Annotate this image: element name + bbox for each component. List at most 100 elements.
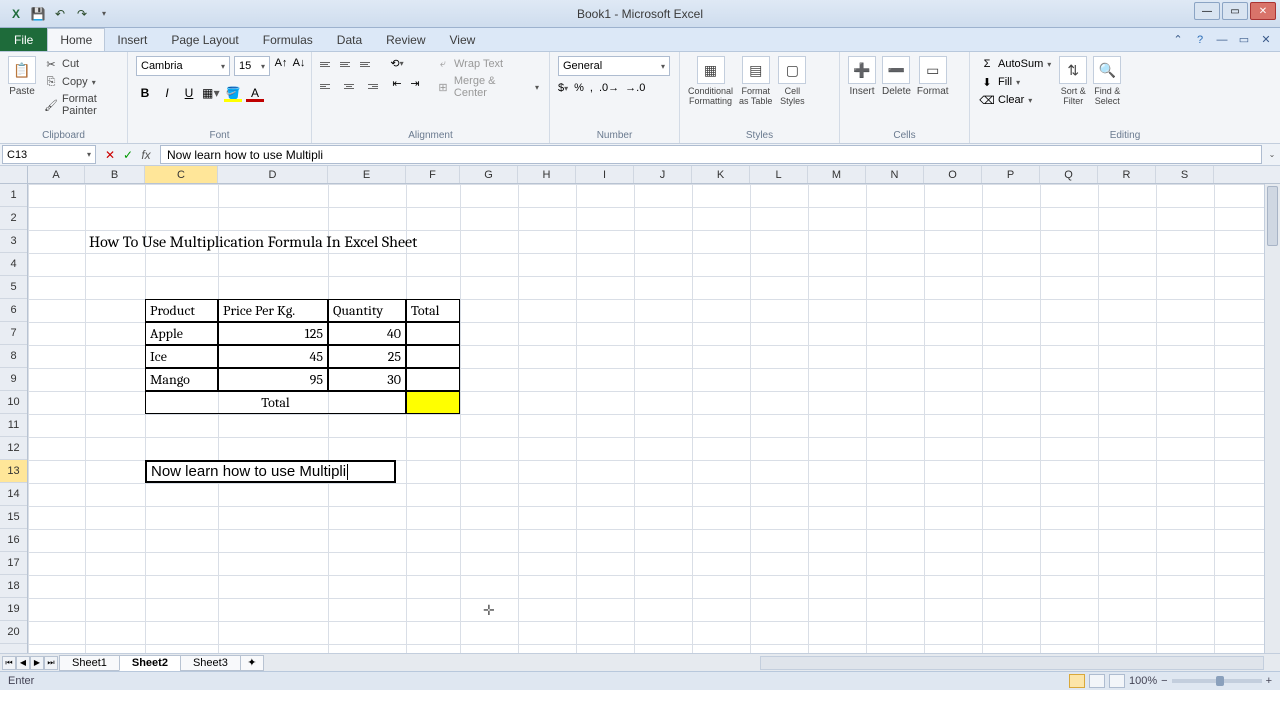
total-1[interactable] (406, 345, 460, 368)
increase-indent-icon[interactable]: ⇥ (408, 76, 422, 90)
fx-icon[interactable]: fx (138, 148, 154, 162)
zoom-in-button[interactable]: + (1266, 675, 1272, 687)
page-layout-view-button[interactable] (1089, 674, 1105, 688)
product-1[interactable]: Ice (145, 345, 218, 368)
row-header-6[interactable]: 6 (0, 299, 27, 322)
column-header-C[interactable]: C (145, 166, 218, 183)
doc-close-icon[interactable]: ✕ (1258, 33, 1274, 47)
help-icon[interactable]: ? (1192, 33, 1208, 47)
column-header-M[interactable]: M (808, 166, 866, 183)
expand-formula-bar-icon[interactable]: ⌄ (1264, 144, 1280, 165)
product-2[interactable]: Mango (145, 368, 218, 391)
column-header-S[interactable]: S (1156, 166, 1214, 183)
row-header-4[interactable]: 4 (0, 253, 27, 276)
qty-1[interactable]: 25 (328, 345, 406, 368)
close-button[interactable]: ✕ (1250, 2, 1276, 20)
column-header-N[interactable]: N (866, 166, 924, 183)
tab-data[interactable]: Data (325, 28, 374, 51)
cell-styles-button[interactable]: ▢Cell Styles (778, 56, 806, 106)
minimize-ribbon-icon[interactable]: ⌃ (1170, 33, 1186, 47)
format-painter-button[interactable]: 🖌Format Painter (42, 92, 119, 118)
fill-color-button[interactable]: 🪣 (224, 84, 242, 102)
select-all-corner[interactable] (0, 166, 27, 184)
zoom-out-button[interactable]: − (1161, 675, 1167, 687)
last-sheet-button[interactable]: ⏭ (44, 656, 58, 670)
row-header-19[interactable]: 19 (0, 598, 27, 621)
undo-icon[interactable]: ↶ (50, 4, 70, 24)
number-format-select[interactable]: General▾ (558, 56, 670, 76)
font-name-select[interactable]: Cambria▾ (136, 56, 230, 76)
maximize-button[interactable]: ▭ (1222, 2, 1248, 20)
paste-button[interactable]: 📋 Paste (8, 56, 36, 97)
normal-view-button[interactable] (1069, 674, 1085, 688)
row-header-10[interactable]: 10 (0, 391, 27, 414)
zoom-thumb[interactable] (1216, 676, 1224, 686)
clear-button[interactable]: ⌫Clear▾ (978, 92, 1053, 108)
wrap-text-button[interactable]: ⤶Wrap Text (434, 56, 541, 72)
sheet-tab-sheet2[interactable]: Sheet2 (119, 655, 181, 671)
row-header-13[interactable]: 13 (0, 460, 27, 483)
enter-formula-icon[interactable]: ✓ (120, 148, 136, 162)
row-header-18[interactable]: 18 (0, 575, 27, 598)
column-header-K[interactable]: K (692, 166, 750, 183)
underline-button[interactable]: U (180, 84, 198, 102)
column-header-A[interactable]: A (28, 166, 85, 183)
total-label-cell[interactable]: Total (145, 391, 406, 414)
delete-cells-button[interactable]: ➖Delete (882, 56, 911, 97)
row-header-1[interactable]: 1 (0, 184, 27, 207)
column-header-E[interactable]: E (328, 166, 406, 183)
page-break-view-button[interactable] (1109, 674, 1125, 688)
row-header-9[interactable]: 9 (0, 368, 27, 391)
minimize-button[interactable]: — (1194, 2, 1220, 20)
row-header-7[interactable]: 7 (0, 322, 27, 345)
row-header-5[interactable]: 5 (0, 276, 27, 299)
qty-0[interactable]: 40 (328, 322, 406, 345)
tab-view[interactable]: View (438, 28, 488, 51)
total-0[interactable] (406, 322, 460, 345)
format-cells-button[interactable]: ▭Format (917, 56, 949, 97)
insert-cells-button[interactable]: ➕Insert (848, 56, 876, 97)
increase-font-icon[interactable]: A↑ (274, 56, 288, 70)
tab-formulas[interactable]: Formulas (251, 28, 325, 51)
tab-home[interactable]: Home (47, 28, 105, 51)
find-select-button[interactable]: 🔍Find & Select (1093, 56, 1121, 106)
tab-insert[interactable]: Insert (105, 28, 159, 51)
price-1[interactable]: 45 (218, 345, 328, 368)
price-0[interactable]: 125 (218, 322, 328, 345)
name-box[interactable]: C13▾ (2, 145, 96, 164)
file-tab[interactable]: File (0, 28, 47, 51)
format-as-table-button[interactable]: ▤Format as Table (739, 56, 772, 106)
total-sum-cell[interactable] (406, 391, 460, 414)
column-header-D[interactable]: D (218, 166, 328, 183)
sort-filter-button[interactable]: ⇅Sort & Filter (1059, 56, 1087, 106)
product-0[interactable]: Apple (145, 322, 218, 345)
cells-area[interactable]: ABCDEFGHIJKLMNOPQRS How To Use Multiplic… (28, 166, 1280, 653)
row-header-16[interactable]: 16 (0, 529, 27, 552)
column-header-L[interactable]: L (750, 166, 808, 183)
percent-button[interactable]: % (574, 82, 584, 94)
orientation-button[interactable]: ⟲▾ (390, 56, 404, 70)
italic-button[interactable]: I (158, 84, 176, 102)
column-header-H[interactable]: H (518, 166, 576, 183)
qty-2[interactable]: 30 (328, 368, 406, 391)
row-header-2[interactable]: 2 (0, 207, 27, 230)
total-2[interactable] (406, 368, 460, 391)
sheet-tab-sheet3[interactable]: Sheet3 (180, 655, 241, 671)
conditional-formatting-button[interactable]: ▦Conditional Formatting (688, 56, 733, 106)
vertical-scrollbar[interactable] (1264, 184, 1280, 653)
comma-button[interactable]: , (590, 82, 593, 94)
column-header-B[interactable]: B (85, 166, 145, 183)
font-color-button[interactable]: A (246, 84, 264, 102)
row-header-3[interactable]: 3 (0, 230, 27, 253)
autosum-button[interactable]: ΣAutoSum▾ (978, 56, 1053, 72)
new-sheet-button[interactable]: ✦ (240, 655, 264, 671)
bold-button[interactable]: B (136, 84, 154, 102)
column-header-O[interactable]: O (924, 166, 982, 183)
table-header-2[interactable]: Quantity (328, 299, 406, 322)
first-sheet-button[interactable]: ⏮ (2, 656, 16, 670)
column-header-P[interactable]: P (982, 166, 1040, 183)
borders-button[interactable]: ▦▾ (202, 84, 220, 102)
row-header-11[interactable]: 11 (0, 414, 27, 437)
table-header-0[interactable]: Product (145, 299, 218, 322)
copy-button[interactable]: ⎘Copy▾ (42, 74, 119, 90)
